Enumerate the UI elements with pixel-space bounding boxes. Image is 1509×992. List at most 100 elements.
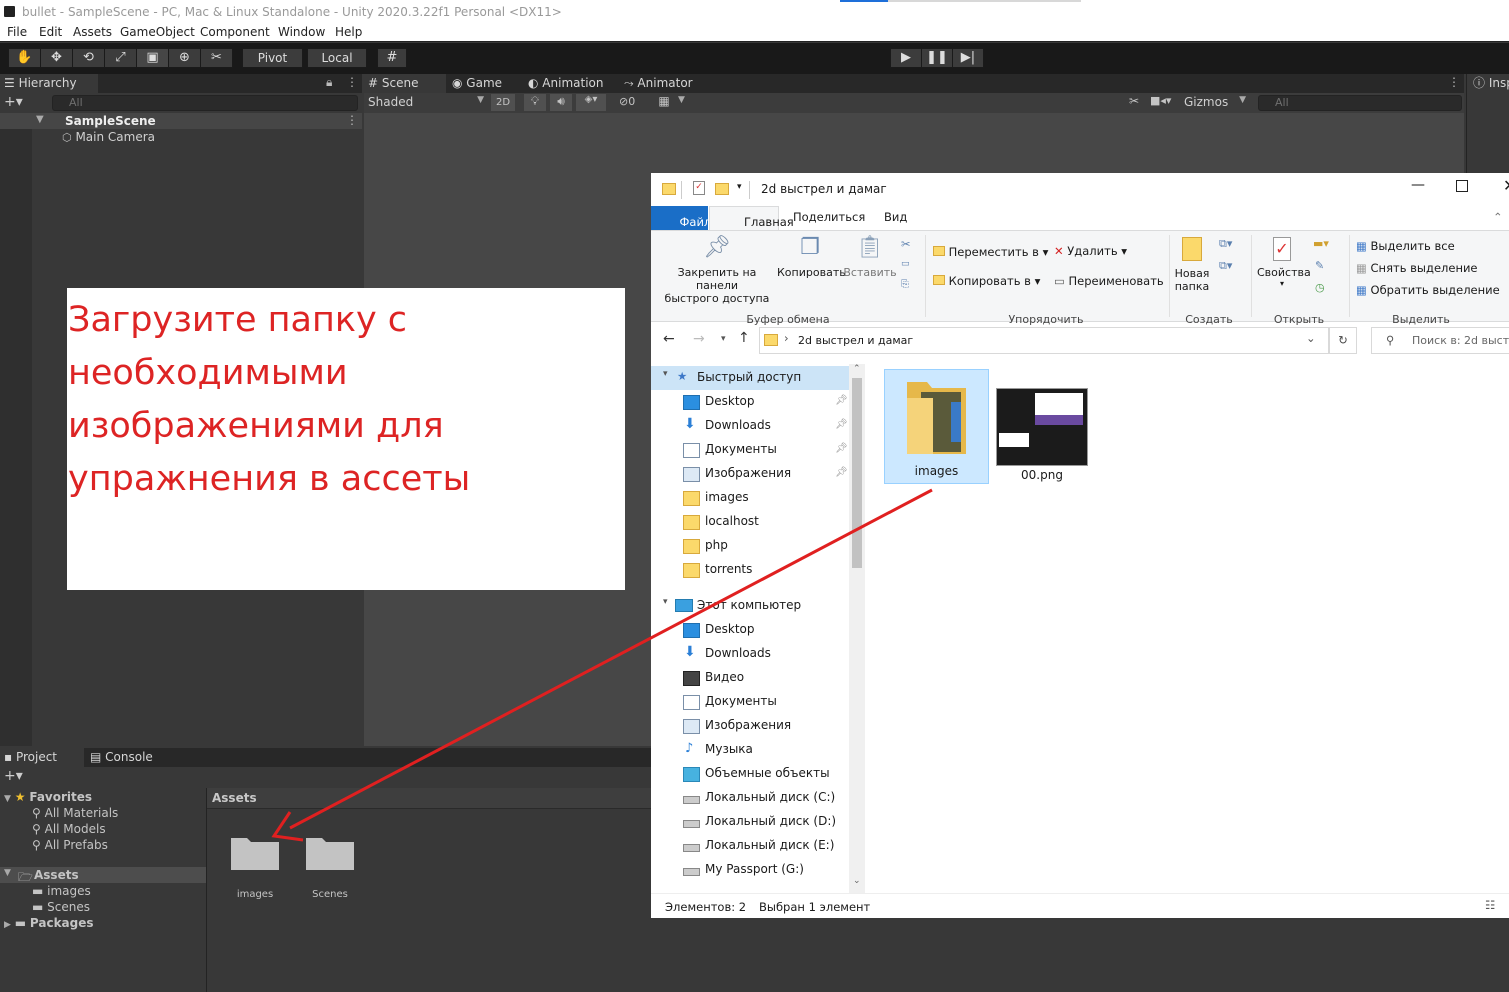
scene-search-input[interactable]: All	[1258, 95, 1462, 111]
nav-scroll-thumb[interactable]	[852, 378, 862, 568]
minimize-icon[interactable]: —	[1411, 177, 1425, 193]
tab-console[interactable]: ▤ Console	[86, 748, 157, 767]
nav-item-изображения[interactable]: Изображения	[651, 714, 849, 738]
move-tool-icon[interactable]: ✥	[40, 48, 73, 68]
nav-item-images[interactable]: images	[651, 486, 849, 510]
up-icon[interactable]: ↑	[738, 330, 750, 346]
2d-toggle[interactable]: 2D	[491, 94, 515, 111]
tree-all-models[interactable]: ⚲ All Models	[32, 822, 106, 836]
nav-item-php[interactable]: php	[651, 534, 849, 558]
lock-icon[interactable]: 🔒︎	[326, 75, 332, 90]
qa-dropdown-icon[interactable]: ▾	[737, 182, 742, 192]
effects-icon[interactable]: ◈▾	[576, 94, 606, 111]
grid-icon[interactable]: ▦	[654, 94, 674, 111]
nav-this-pc[interactable]: ▾ Этот компьютер	[651, 594, 849, 618]
audio-icon[interactable]: 🔊︎	[550, 94, 572, 111]
asset-folder-images[interactable]: images	[230, 830, 280, 900]
back-icon[interactable]: ←	[663, 331, 675, 347]
tree-all-materials[interactable]: ⚲ All Materials	[32, 806, 118, 820]
close-icon[interactable]: ✕	[1503, 176, 1509, 195]
menu-help[interactable]: Help	[335, 25, 362, 39]
new-item-icon[interactable]: ⧉▾	[1219, 237, 1232, 251]
pinned-icon[interactable]: 📌︎	[835, 467, 848, 478]
menu-file[interactable]: File	[7, 25, 27, 39]
pinned-icon[interactable]: 📌︎	[835, 419, 848, 430]
refresh-icon[interactable]: ↻	[1329, 327, 1357, 354]
properties-button[interactable]: ✓ Свойства ▾	[1257, 237, 1311, 288]
menu-window[interactable]: Window	[278, 25, 325, 39]
scene-menu-icon[interactable]: ⋮	[346, 113, 358, 127]
cut-icon[interactable]: ✂	[901, 237, 911, 251]
pinned-icon[interactable]: 📌︎	[835, 395, 848, 406]
rotate-tool-icon[interactable]: ⟲	[72, 48, 105, 68]
grid-snap-icon[interactable]: #	[377, 48, 407, 68]
nav-quick-access[interactable]: ▾ ★ Быстрый доступ	[651, 366, 849, 390]
address-dropdown-icon[interactable]: ⌄	[1306, 331, 1316, 345]
file-png-label[interactable]: 00.png	[996, 468, 1088, 482]
tab-animator[interactable]: ⤳ Animator	[620, 74, 697, 93]
tab-view[interactable]: Вид	[884, 210, 907, 224]
tab-game[interactable]: ◉ Game	[448, 74, 506, 93]
invert-selection-button[interactable]: ▦ Обратить выделение	[1356, 283, 1500, 297]
copy-path-icon[interactable]: ▭	[901, 259, 910, 269]
tree-scenes[interactable]: ▬ Scenes	[32, 900, 90, 914]
menu-edit[interactable]: Edit	[39, 25, 62, 39]
maximize-icon[interactable]	[1456, 180, 1468, 192]
move-to-button[interactable]: Переместить в ▾	[933, 245, 1048, 259]
rect-tool-icon[interactable]: ▣	[136, 48, 169, 68]
ribbon-collapse-icon[interactable]: ⌃	[1493, 210, 1503, 224]
tab-share[interactable]: Поделиться	[793, 210, 865, 224]
open-icon[interactable]: ▬▾	[1313, 237, 1329, 250]
tools-icon[interactable]: ✂	[1124, 94, 1144, 108]
delete-button[interactable]: ✕ Удалить ▾	[1054, 244, 1127, 258]
tab-animation[interactable]: ◐ Animation	[524, 74, 607, 93]
properties-qa-icon[interactable]: ✓	[693, 181, 705, 195]
hierarchy-item-main-camera[interactable]: ⬡ Main Camera	[62, 130, 155, 144]
pause-icon[interactable]: ❚❚	[921, 48, 953, 68]
tab-home[interactable]: Главная	[709, 206, 794, 230]
paste-shortcut-icon[interactable]: ⎘	[901, 279, 909, 290]
tab-project[interactable]: ▪ Project	[0, 748, 84, 767]
tree-images[interactable]: ▬ images	[32, 884, 91, 898]
file-item-images[interactable]: images	[884, 369, 989, 484]
scene-more-icon[interactable]: ⋮	[1448, 75, 1460, 89]
tab-inspector[interactable]: ⓘ Insp	[1467, 74, 1509, 93]
nav-item-изображения[interactable]: Изображения 📌︎	[651, 462, 849, 486]
hidden-objects-toggle[interactable]: ⊘0	[619, 95, 635, 108]
nav-item-локальный-диск-c-[interactable]: Локальный диск (C:)	[651, 786, 849, 810]
explorer-search-input[interactable]: ⚲ Поиск в: 2d выст...	[1371, 327, 1509, 354]
pin-quick-access-button[interactable]: 📌︎ Закрепить на панели быстрого доступа	[655, 235, 779, 305]
nav-item-документы[interactable]: Документы 📌︎	[651, 438, 849, 462]
copy-button[interactable]: ❐ Копировать	[777, 235, 846, 279]
edit-icon[interactable]: ✎	[1315, 259, 1324, 272]
nav-item-объемные-объекты[interactable]: Объемные объекты	[651, 762, 849, 786]
hand-tool-icon[interactable]: ✋	[8, 48, 41, 68]
select-all-button[interactable]: ▦ Выделить все	[1356, 239, 1455, 253]
hierarchy-search-input[interactable]: All	[52, 95, 358, 111]
tab-file[interactable]: Файл	[651, 206, 711, 230]
scale-tool-icon[interactable]: ⤢	[104, 48, 137, 68]
recent-dropdown-icon[interactable]: ▾	[721, 334, 726, 344]
transform-tool-icon[interactable]: ⊕	[168, 48, 201, 68]
rename-button[interactable]: ▭ Переименовать	[1054, 274, 1164, 288]
gizmos-dropdown[interactable]: Gizmos ▼	[1184, 95, 1246, 109]
grid-dropdown-icon[interactable]: ▼	[678, 95, 685, 105]
breadcrumb-assets[interactable]: Assets	[212, 791, 257, 805]
nav-item-документы[interactable]: Документы	[651, 690, 849, 714]
create-plus-icon[interactable]: +▾	[4, 94, 23, 110]
nav-item-видео[interactable]: Видео	[651, 666, 849, 690]
nav-item-музыка[interactable]: ♪ Музыка	[651, 738, 849, 762]
local-toggle[interactable]: Local	[307, 48, 367, 68]
easy-access-icon[interactable]: ⧉▾	[1219, 259, 1232, 273]
shading-dropdown[interactable]: Shaded ▼	[368, 95, 484, 109]
nav-item-локальный-диск-d-[interactable]: Локальный диск (D:)	[651, 810, 849, 834]
nav-item-desktop[interactable]: Desktop 📌︎	[651, 390, 849, 414]
address-bar[interactable]: › 2d выстрел и дамаг ⌄	[759, 327, 1329, 354]
nav-item-локальный-диск-e-[interactable]: Локальный диск (E:)	[651, 834, 849, 858]
asset-folder-scenes[interactable]: Scenes	[305, 830, 355, 900]
more-icon[interactable]: ⋮	[346, 75, 358, 89]
camera-icon[interactable]: ■◂▾	[1150, 94, 1180, 107]
copy-to-button[interactable]: Копировать в ▾	[933, 274, 1040, 288]
tree-favorites[interactable]: ▼ ★ Favorites	[4, 790, 92, 804]
menu-gameobject[interactable]: GameObject	[120, 25, 195, 39]
